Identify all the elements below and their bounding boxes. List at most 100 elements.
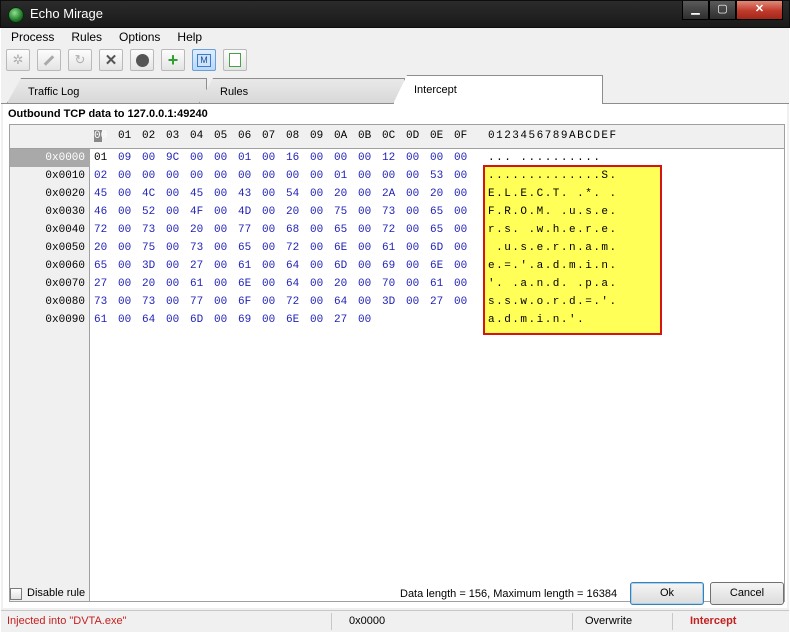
hex-byte[interactable]: 75	[142, 242, 166, 254]
hex-byte[interactable]: 02	[94, 170, 118, 182]
hex-byte[interactable]: 61	[94, 314, 118, 326]
hex-byte[interactable]: 27	[190, 260, 214, 272]
log-button[interactable]	[223, 49, 247, 71]
edit-button[interactable]	[37, 49, 61, 71]
hex-byte[interactable]: 45	[190, 188, 214, 200]
hex-byte[interactable]: 00	[382, 170, 406, 182]
hex-byte[interactable]: 01	[238, 152, 262, 164]
hex-byte[interactable]: 20	[94, 242, 118, 254]
hex-byte[interactable]: 00	[118, 314, 142, 326]
hex-byte[interactable]: 00	[358, 260, 382, 272]
hex-byte[interactable]: 20	[142, 278, 166, 290]
hex-byte[interactable]: 00	[190, 152, 214, 164]
hex-byte[interactable]: 65	[94, 260, 118, 272]
hex-byte[interactable]: 64	[286, 260, 310, 272]
hex-byte[interactable]: 00	[166, 296, 190, 308]
hex-byte[interactable]: 72	[286, 296, 310, 308]
menu-help[interactable]: Help	[167, 28, 209, 48]
minimize-button[interactable]: ▁	[682, 1, 709, 20]
hex-byte[interactable]: 00	[166, 314, 190, 326]
hex-row[interactable]: 0x0000 01 09 00 9C 00 00 01 00 16 00 00 00 12 00 00 00..…	[10, 149, 784, 167]
hex-byte[interactable]: 73	[382, 206, 406, 218]
hex-byte[interactable]: 00	[214, 260, 238, 272]
hex-byte[interactable]: 73	[142, 224, 166, 236]
hex-byte[interactable]: 00	[454, 260, 478, 272]
hex-byte[interactable]: 00	[310, 314, 334, 326]
hex-byte[interactable]: 00	[118, 242, 142, 254]
hex-byte[interactable]: 00	[454, 296, 478, 308]
hex-byte[interactable]: 00	[358, 224, 382, 236]
hex-byte[interactable]: 00	[358, 242, 382, 254]
hex-byte[interactable]: 45	[94, 188, 118, 200]
hex-byte[interactable]: 00	[310, 206, 334, 218]
hex-byte[interactable]: 09	[118, 152, 142, 164]
hex-byte[interactable]: 00	[166, 170, 190, 182]
hex-byte[interactable]: 61	[190, 278, 214, 290]
hex-byte[interactable]: 69	[382, 260, 406, 272]
hex-byte[interactable]: 68	[286, 224, 310, 236]
hex-row[interactable]: 0x0020 45 00 4C 00 45 00 43 00 54 00 20 00 2A 00 20 00 E.…	[10, 185, 784, 203]
hex-byte[interactable]: 00	[214, 224, 238, 236]
hex-row[interactable]: 0x0030 46 00 52 00 4F 00 4D 00 20 00 75 00 73 00 65 00 F.…	[10, 203, 784, 221]
hex-byte[interactable]: 73	[94, 296, 118, 308]
hex-byte[interactable]: 00	[358, 296, 382, 308]
hex-byte[interactable]: 00	[118, 224, 142, 236]
hex-byte[interactable]: 00	[262, 206, 286, 218]
hex-byte[interactable]: 00	[214, 152, 238, 164]
hex-byte[interactable]: 20	[334, 188, 358, 200]
hex-byte[interactable]: 00	[214, 278, 238, 290]
hex-editor[interactable]: 00 01 02 03 04 05 06 07 08 09 0A 0B 0C 0D 0E 0F 0123456…	[9, 124, 785, 602]
hex-byte[interactable]: 00	[406, 278, 430, 290]
hex-byte[interactable]: 54	[286, 188, 310, 200]
hex-byte[interactable]: 64	[142, 314, 166, 326]
hex-byte[interactable]: 61	[238, 260, 262, 272]
hex-byte[interactable]: 00	[166, 242, 190, 254]
hex-byte[interactable]: 00	[310, 170, 334, 182]
hex-byte[interactable]: 00	[166, 260, 190, 272]
hex-byte[interactable]: 3D	[142, 260, 166, 272]
hex-byte[interactable]: 00	[454, 170, 478, 182]
hex-byte[interactable]: 00	[358, 188, 382, 200]
hex-byte[interactable]: 00	[142, 152, 166, 164]
stop-button[interactable]	[130, 49, 154, 71]
hex-byte[interactable]: 43	[238, 188, 262, 200]
hex-byte[interactable]: 00	[358, 314, 382, 326]
hex-byte[interactable]: 72	[94, 224, 118, 236]
hex-byte[interactable]: 01	[94, 152, 118, 164]
menu-rules[interactable]: Rules	[61, 28, 109, 48]
hex-byte[interactable]: 00	[406, 260, 430, 272]
hex-byte[interactable]: 00	[238, 170, 262, 182]
hex-byte[interactable]: 12	[382, 152, 406, 164]
hex-byte[interactable]: 00	[454, 152, 478, 164]
intercept-mode-button[interactable]: M	[192, 49, 216, 71]
hex-row[interactable]: 0x0070 27 00 20 00 61 00 6E 00 64 00 20 00 70 00 61 00 '.…	[10, 275, 784, 293]
hex-byte[interactable]: 4D	[238, 206, 262, 218]
hex-byte[interactable]: 00	[262, 152, 286, 164]
hex-byte[interactable]: 27	[334, 314, 358, 326]
ok-button[interactable]: Ok	[630, 582, 704, 605]
menu-options[interactable]: Options	[109, 28, 167, 48]
hex-byte[interactable]: 00	[166, 278, 190, 290]
hex-byte[interactable]: 00	[262, 278, 286, 290]
hex-byte[interactable]: 01	[334, 170, 358, 182]
hex-byte[interactable]: 6D	[334, 260, 358, 272]
hex-byte[interactable]: 00	[214, 206, 238, 218]
hex-byte[interactable]: 27	[430, 296, 454, 308]
hex-byte[interactable]: 00	[142, 170, 166, 182]
hex-byte[interactable]: 00	[286, 170, 310, 182]
hex-row[interactable]: 0x0010 02 00 00 00 00 00 00 00 00 00 01 00 00 00 53 00..…	[10, 167, 784, 185]
hex-byte[interactable]: 00	[166, 224, 190, 236]
hex-byte[interactable]: 00	[166, 206, 190, 218]
hex-byte[interactable]: 4C	[142, 188, 166, 200]
hex-byte[interactable]: 00	[406, 206, 430, 218]
hex-byte[interactable]: 00	[262, 296, 286, 308]
hex-byte[interactable]: 65	[238, 242, 262, 254]
hex-byte[interactable]: 6E	[334, 242, 358, 254]
hex-byte[interactable]: 65	[334, 224, 358, 236]
hex-byte[interactable]: 00	[166, 188, 190, 200]
hex-byte[interactable]: 00	[430, 152, 454, 164]
cancel-button[interactable]: Cancel	[710, 582, 784, 605]
hex-byte[interactable]: 46	[94, 206, 118, 218]
hex-byte[interactable]: 00	[310, 278, 334, 290]
hex-byte[interactable]: 00	[358, 278, 382, 290]
